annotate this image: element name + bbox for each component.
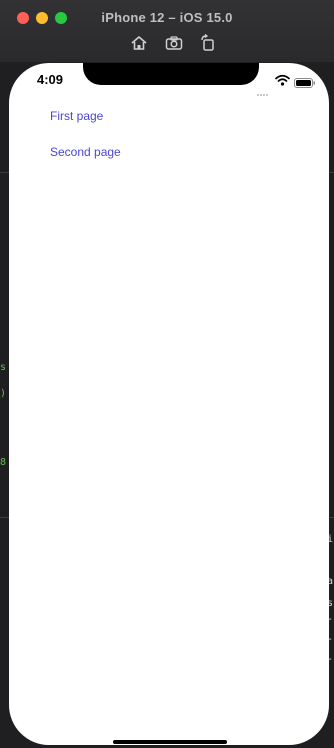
first-page-link[interactable]: First page	[50, 109, 103, 123]
background-code-fragment: 8	[0, 457, 7, 468]
iphone-screen: 4:09 First page Second page	[9, 63, 329, 745]
background-code-fragment: s	[0, 362, 7, 373]
rotate-icon	[201, 34, 214, 51]
simulator-titlebar: iPhone 12 – iOS 15.0	[0, 0, 334, 62]
window-title: iPhone 12 – iOS 15.0	[101, 10, 233, 25]
cellular-signal-icon	[257, 78, 271, 96]
screenshot-button[interactable]	[165, 34, 183, 52]
rotate-button[interactable]	[199, 34, 217, 52]
device-notch	[83, 63, 259, 85]
background-code-fragment: )	[0, 388, 7, 399]
wifi-icon	[275, 73, 290, 86]
battery-icon	[294, 75, 316, 88]
home-button[interactable]	[130, 34, 148, 52]
second-page-link[interactable]: Second page	[50, 145, 121, 159]
home-icon	[131, 36, 147, 50]
home-indicator[interactable]	[113, 740, 227, 744]
status-time: 4:09	[37, 72, 64, 87]
camera-icon	[165, 36, 183, 50]
